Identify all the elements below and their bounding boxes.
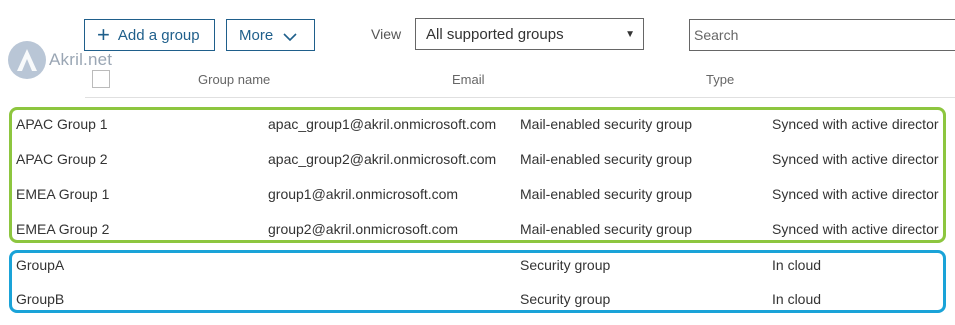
table-row[interactable]: EMEA Group 1 group1@akril.onmicrosoft.co… <box>0 186 955 220</box>
table-row[interactable]: APAC Group 1 apac_group1@akril.onmicroso… <box>0 116 955 150</box>
more-button[interactable]: More <box>226 19 315 51</box>
type-cell: Mail-enabled security group <box>520 116 692 132</box>
group-name-cell: GroupA <box>16 257 65 273</box>
column-header-email[interactable]: Email <box>452 72 485 87</box>
table-row[interactable]: APAC Group 2 apac_group2@akril.onmicroso… <box>0 151 955 185</box>
select-all-checkbox[interactable] <box>92 70 110 88</box>
email-cell: apac_group2@akril.onmicrosoft.com <box>268 151 497 167</box>
type-cell: Mail-enabled security group <box>520 186 692 202</box>
email-cell: group1@akril.onmicrosoft.com <box>268 186 459 202</box>
view-select[interactable]: All supported groups ▼ <box>415 18 644 50</box>
add-group-label: Add a group <box>117 26 200 44</box>
status-cell: Synced with active director <box>772 221 939 237</box>
watermark-text: Akril.net <box>49 50 113 69</box>
group-name-cell: APAC Group 2 <box>16 151 108 167</box>
status-cell: Synced with active director <box>772 116 939 132</box>
group-name-cell: APAC Group 1 <box>16 116 108 132</box>
column-header-group-name[interactable]: Group name <box>198 72 270 87</box>
email-cell: apac_group1@akril.onmicrosoft.com <box>268 116 497 132</box>
type-cell: Security group <box>520 291 611 307</box>
plus-icon: + <box>97 22 110 47</box>
status-cell: In cloud <box>772 291 822 307</box>
more-label: More <box>239 26 274 44</box>
view-select-value: All supported groups <box>426 26 564 43</box>
chevron-down-icon <box>283 29 297 46</box>
table-row[interactable]: GroupB Security group In cloud <box>0 291 955 325</box>
table-row[interactable]: EMEA Group 2 group2@akril.onmicrosoft.co… <box>0 221 955 255</box>
watermark-logo-icon <box>8 41 46 79</box>
add-group-button[interactable]: + Add a group <box>84 19 215 51</box>
group-name-cell: EMEA Group 2 <box>16 221 110 237</box>
group-name-cell: EMEA Group 1 <box>16 186 110 202</box>
column-header-type[interactable]: Type <box>706 72 734 87</box>
type-cell: Mail-enabled security group <box>520 221 692 237</box>
table-row[interactable]: GroupA Security group In cloud <box>0 257 955 291</box>
type-cell: Mail-enabled security group <box>520 151 692 167</box>
status-cell: Synced with active director <box>772 186 939 202</box>
search-placeholder: Search <box>694 27 739 43</box>
header-divider <box>85 97 955 98</box>
group-name-cell: GroupB <box>16 291 65 307</box>
view-label: View <box>371 26 402 42</box>
dropdown-caret-icon: ▼ <box>625 29 635 40</box>
status-cell: In cloud <box>772 257 822 273</box>
status-cell: Synced with active director <box>772 151 939 167</box>
email-cell: group2@akril.onmicrosoft.com <box>268 221 459 237</box>
search-input[interactable]: Search <box>689 19 955 51</box>
type-cell: Security group <box>520 257 611 273</box>
